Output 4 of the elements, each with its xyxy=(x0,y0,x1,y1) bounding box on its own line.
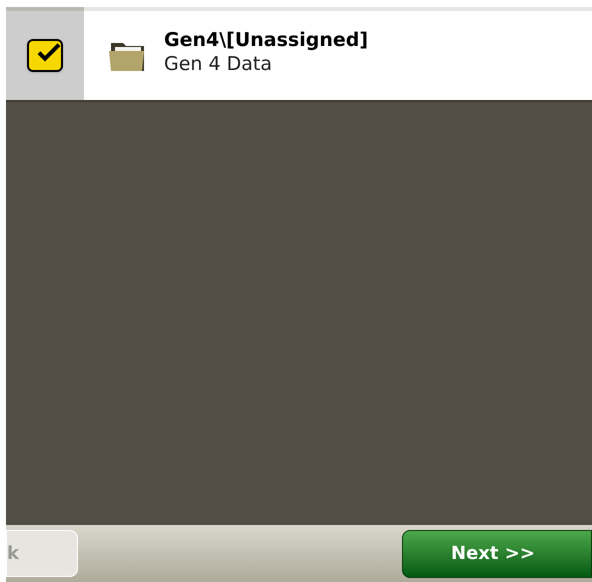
folder-title: Gen4\[Unassigned] xyxy=(164,28,368,52)
checkbox[interactable] xyxy=(27,39,63,72)
folder-subtitle: Gen 4 Data xyxy=(164,52,273,76)
next-button[interactable]: Next >> xyxy=(402,530,592,578)
